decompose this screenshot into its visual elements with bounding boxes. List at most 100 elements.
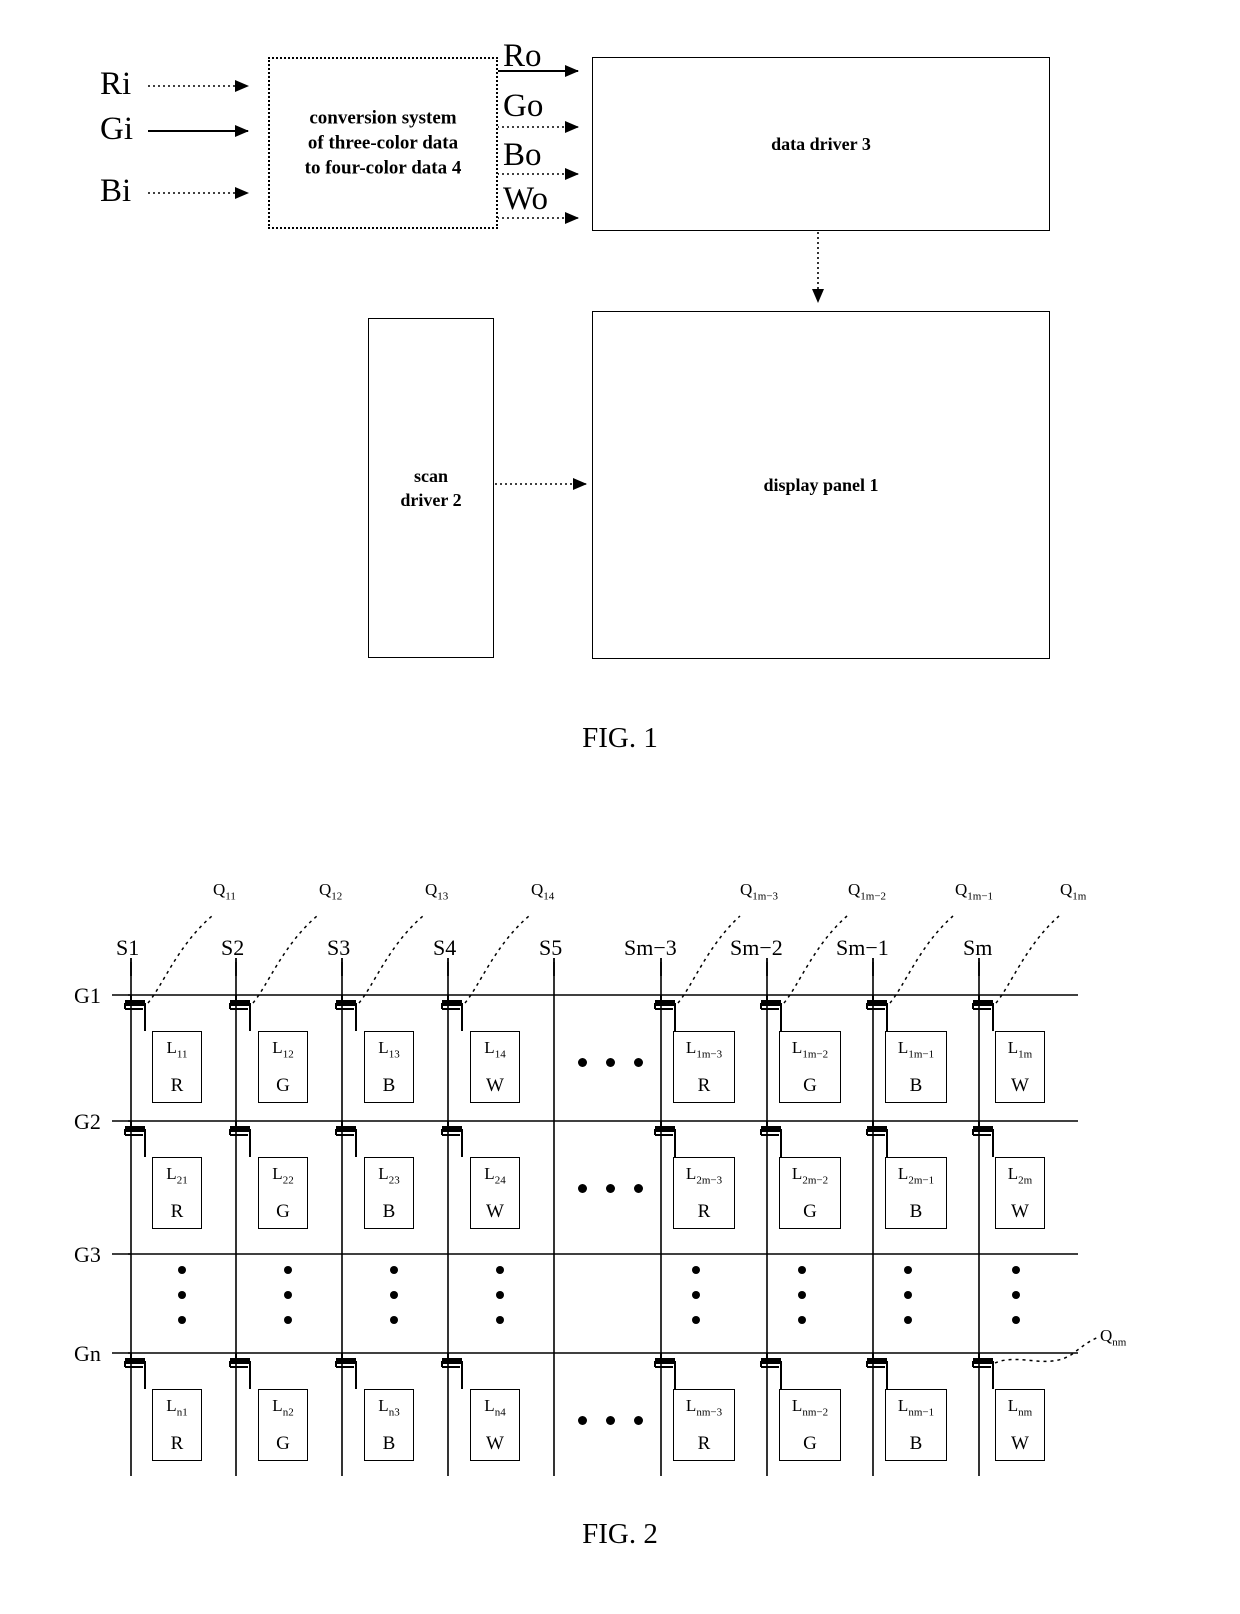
- cell-sub: 2m−1: [908, 1174, 935, 1187]
- fig2-tft-r2c6: [760, 1121, 782, 1157]
- fig2-pixel-cell-rnc4: Ln4 W: [470, 1389, 520, 1461]
- fig2-tft-r1c7: [866, 995, 888, 1031]
- cell-sub: 2m: [1018, 1174, 1033, 1187]
- fig2-leader-q11: [147, 915, 213, 1004]
- fig2-pixel-cell-r1c1: L11 R: [152, 1031, 202, 1103]
- cell-label: L2m−2: [791, 1164, 829, 1187]
- fig2-gate-label-g2: G2: [74, 1109, 101, 1134]
- cell-sub: n1: [176, 1406, 188, 1419]
- cell-color: W: [1011, 1433, 1029, 1454]
- cell-sub: 24: [494, 1174, 506, 1187]
- fig2-tft-rnc6: [760, 1353, 782, 1389]
- fig2-q-label-qnm: Qnm: [1100, 1326, 1127, 1349]
- cell-sub: nm: [1018, 1406, 1033, 1419]
- cell-sub: n4: [494, 1406, 506, 1419]
- cell-label: Lnm−3: [685, 1396, 723, 1419]
- fig2-leader-q14: [464, 915, 530, 1004]
- fig2-tft-r1c4: [441, 995, 463, 1031]
- fig2-pixel-cell-rnc5: Lnm−3 R: [673, 1389, 735, 1461]
- cell-sub: n3: [388, 1406, 400, 1419]
- fig2-gate-stems: [112, 994, 131, 1354]
- conversion-line-2: of three-color data: [307, 132, 459, 154]
- q-sub: 1m−2: [860, 890, 887, 903]
- conversion-line-1: conversion system: [309, 107, 457, 129]
- fig1-display-panel-label: display panel 1: [763, 475, 879, 495]
- fig1-input-label-bi: Bi: [100, 173, 132, 209]
- fig2-q-label-q1m1: Q1m−1: [955, 880, 994, 903]
- cell-color: G: [276, 1433, 290, 1454]
- cell-sub: 14: [494, 1048, 506, 1061]
- fig2-pixel-cell-rnc6: Lnm−2 G: [779, 1389, 841, 1461]
- cell-label: L1m−2: [791, 1038, 829, 1061]
- figure1-caption: FIG. 1: [582, 722, 658, 754]
- cell-sub: 2m−2: [802, 1174, 829, 1187]
- fig2-source-label-sm-2: Sm−2: [730, 935, 783, 960]
- fig2-source-label-s3: S3: [327, 935, 351, 960]
- q-sub: 1m: [1072, 890, 1087, 903]
- cell-sub: 2m−3: [696, 1174, 723, 1187]
- fig1-data-driver-block: data driver 3: [592, 57, 1050, 231]
- fig2-gate-label-g1: G1: [74, 983, 101, 1008]
- fig2-tft-r2c1: [124, 1121, 146, 1157]
- cell-sub: 21: [176, 1174, 188, 1187]
- fig2-pixel-cell-r2c1: L21 R: [152, 1157, 202, 1229]
- fig2-tft-rnc3: [335, 1353, 357, 1389]
- fig2-pixel-cell-r1c5: L1m−3 R: [673, 1031, 735, 1103]
- cell-color: B: [382, 1201, 396, 1222]
- fig2-vertical-ellipsis-c7: [904, 1266, 914, 1336]
- cell-color: R: [697, 1433, 711, 1454]
- fig2-vertical-ellipsis-c1: [178, 1266, 188, 1336]
- cell-color: B: [909, 1433, 923, 1454]
- q-sub: 14: [543, 890, 555, 903]
- cell-label: L14: [484, 1038, 506, 1061]
- patent-figure-sheet: Ri Gi Bi conversion system of three-colo…: [0, 0, 1240, 1614]
- fig1-output-label-ro: Ro: [503, 38, 542, 74]
- fig2-leader-qnm: [994, 1336, 1101, 1364]
- cell-sub: 1m−3: [696, 1048, 723, 1061]
- q-sub: 1m−1: [967, 890, 994, 903]
- cell-label: Lnm−1: [897, 1396, 935, 1419]
- cell-label: L2m: [1007, 1164, 1033, 1187]
- cell-label: Lnm−2: [791, 1396, 829, 1419]
- fig2-q-label-q1m: Q1m: [1060, 880, 1087, 903]
- cell-color: R: [170, 1075, 184, 1096]
- fig2-source-label-s5: S5: [539, 935, 563, 960]
- cell-color: W: [486, 1433, 504, 1454]
- fig2-ellipsis-row1: [578, 1058, 658, 1072]
- fig2-tft-rnc2: [229, 1353, 251, 1389]
- fig2-pixel-cell-r2c8: L2m W: [995, 1157, 1045, 1229]
- fig2-vertical-ellipsis-c3: [390, 1266, 400, 1336]
- fig2-tft-r2c7: [866, 1121, 888, 1157]
- fig2-tft-rnc5: [654, 1353, 676, 1389]
- fig2-tft-r1c8: [972, 995, 994, 1031]
- cell-color: R: [170, 1201, 184, 1222]
- cell-color: R: [170, 1433, 184, 1454]
- fig2-pixel-cell-rnc2: Ln2 G: [258, 1389, 308, 1461]
- fig2-pixel-cell-r2c2: L22 G: [258, 1157, 308, 1229]
- cell-color: R: [697, 1075, 711, 1096]
- fig2-vertical-ellipsis-c4: [496, 1266, 506, 1336]
- cell-color: B: [382, 1075, 396, 1096]
- cell-label: L1m: [1007, 1038, 1033, 1061]
- fig2-source-label-sm-3: Sm−3: [624, 935, 677, 960]
- fig2-pixel-cell-rnc7: Lnm−1 B: [885, 1389, 947, 1461]
- fig2-pixel-cell-r2c4: L24 W: [470, 1157, 520, 1229]
- fig2-vertical-ellipsis-c8: [1012, 1266, 1022, 1336]
- cell-label: Lnm: [1007, 1396, 1033, 1419]
- cell-color: W: [1011, 1201, 1029, 1222]
- fig2-tft-r2c5: [654, 1121, 676, 1157]
- cell-color: B: [909, 1201, 923, 1222]
- fig2-tft-r1c6: [760, 995, 782, 1031]
- fig2-pixel-cell-r2c5: L2m−3 R: [673, 1157, 735, 1229]
- fig2-q-label-q14: Q14: [531, 880, 555, 903]
- fig2-tft-rnc4: [441, 1353, 463, 1389]
- fig1-scan-driver-label: scan driver 2: [369, 464, 493, 512]
- cell-label: Ln1: [166, 1396, 188, 1419]
- fig2-tft-r2c4: [441, 1121, 463, 1157]
- conversion-line-3: to four-color data 4: [304, 157, 462, 179]
- q-sub: 12: [331, 890, 343, 903]
- cell-color: W: [486, 1201, 504, 1222]
- cell-color: G: [276, 1201, 290, 1222]
- fig2-gate-label-g3: G3: [74, 1242, 101, 1267]
- fig2-leader-q1m: [995, 915, 1060, 1004]
